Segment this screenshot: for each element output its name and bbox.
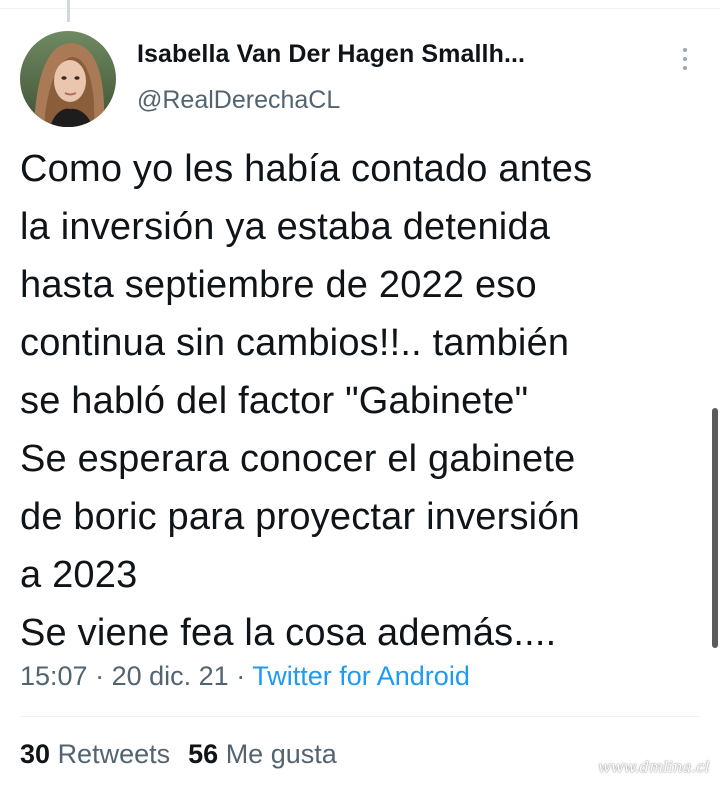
thread-connector-line [67,0,70,22]
retweets-stat[interactable]: 30 Retweets [20,739,170,769]
tweet-stats: 30 Retweets 56 Me gusta [20,739,337,770]
tweet-text: Como yo les había contado antes la inver… [20,148,593,654]
more-options-button[interactable] [670,44,700,74]
retweets-count: 30 [20,739,51,769]
meta-separator: · [236,661,246,691]
avatar[interactable] [20,31,116,127]
tweet-metadata: 15:07 · 20 dic. 21 · Twitter for Android [20,661,470,692]
meta-separator: · [95,661,105,691]
author-handle[interactable]: @RealDerechaCL [137,86,340,115]
top-divider [0,0,720,9]
likes-stat[interactable]: 56 Me gusta [188,739,337,769]
author-name[interactable]: Isabella Van Der Hagen Smallh... [137,40,525,69]
tweet-source-link[interactable]: Twitter for Android [252,661,470,691]
avatar-image [20,31,116,127]
likes-count: 56 [188,739,219,769]
stats-divider [20,716,700,717]
likes-label: Me gusta [225,739,337,769]
watermark: www.dmlina.cl [598,758,710,776]
retweets-label: Retweets [57,739,171,769]
tweet-time[interactable]: 15:07 [20,661,88,691]
scrollbar-thumb[interactable] [712,408,718,648]
tweet-date[interactable]: 20 dic. 21 [112,661,229,691]
